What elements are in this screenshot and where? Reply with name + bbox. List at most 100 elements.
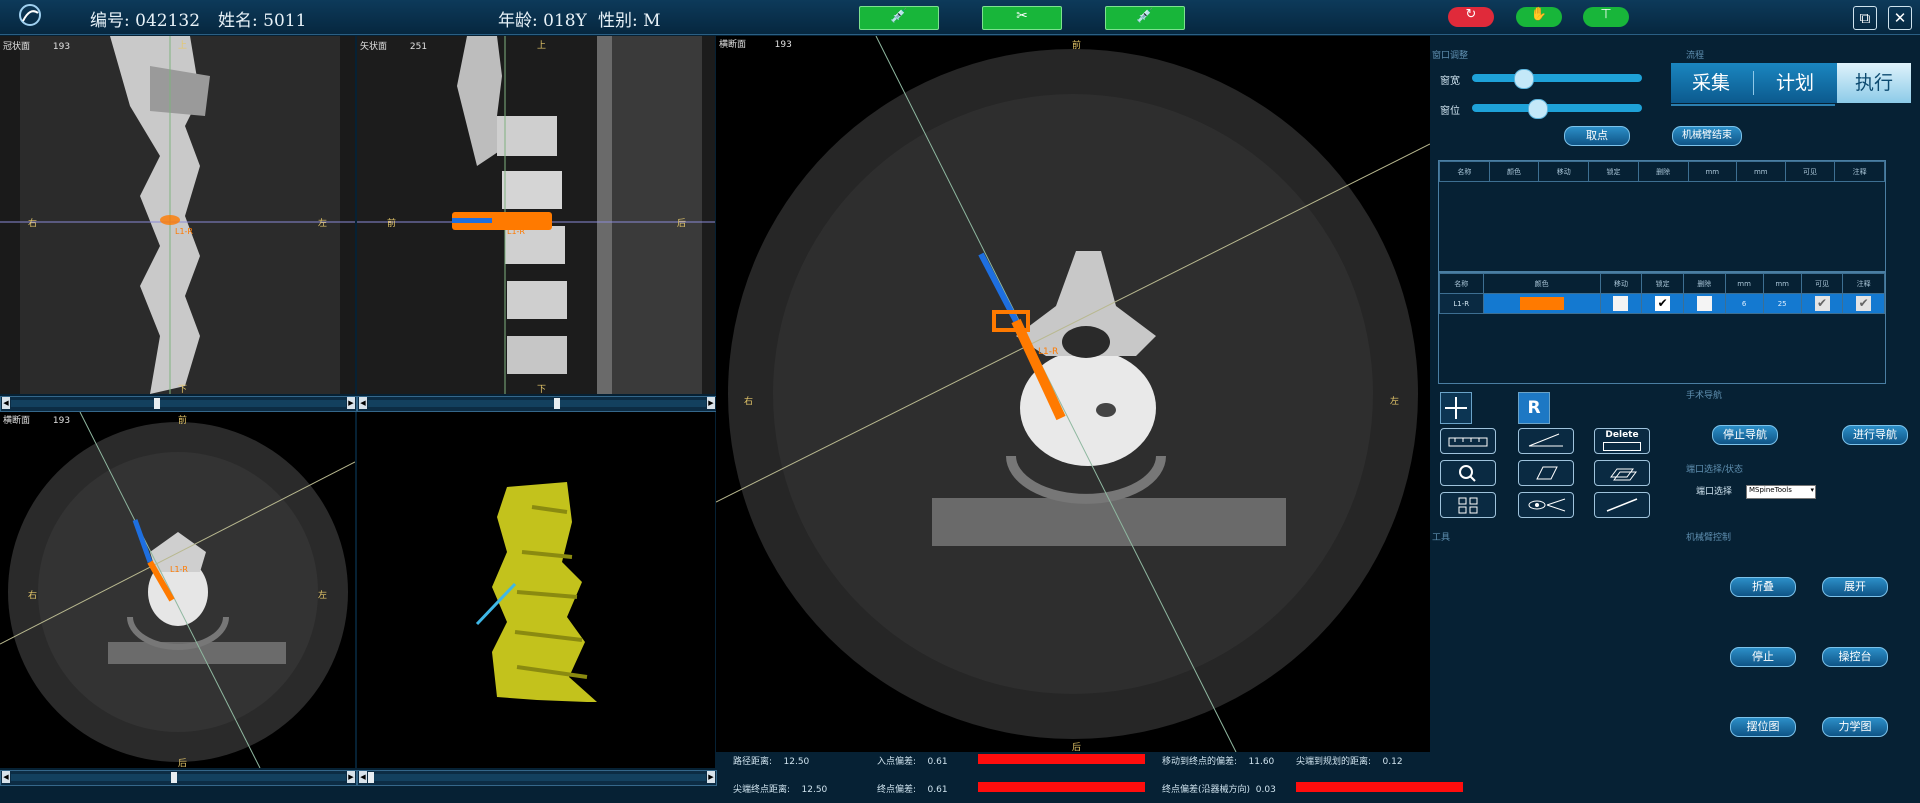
fold-button[interactable]: 折叠 bbox=[1730, 577, 1796, 597]
delete-icon[interactable]: Delete bbox=[1594, 428, 1650, 454]
row-color[interactable] bbox=[1482, 293, 1601, 314]
row-lock-checkbox[interactable]: ✔ bbox=[1641, 293, 1684, 314]
sagittal-slice-slider[interactable]: ◀ ▶ bbox=[357, 396, 717, 412]
column-header: 名称 bbox=[1439, 273, 1484, 294]
plan-table-bottom-grid: 名称 颜色 移动 锁定 删除 mm mm 可见 注释 L1-R ✔ 6 25 ✔… bbox=[1439, 273, 1885, 314]
patient-name: 姓名: 5011 bbox=[218, 11, 307, 31]
window-width-label: 窗宽 bbox=[1440, 76, 1460, 87]
orientation-bottom: 后 bbox=[178, 759, 188, 768]
slider-thumb[interactable] bbox=[171, 772, 177, 783]
chevron-down-icon: ▾ bbox=[1810, 486, 1814, 494]
ruler-icon[interactable] bbox=[1440, 428, 1496, 454]
port-title: 端口选择/状态 bbox=[1686, 465, 1744, 475]
end-deviation-direction-bar bbox=[1296, 782, 1463, 792]
axial-main-view[interactable]: L1-R 横断面 193 前 后 右 左 bbox=[716, 36, 1430, 752]
row-mm2[interactable]: 25 bbox=[1762, 293, 1802, 314]
tool-icon: ✂ bbox=[1016, 8, 1028, 24]
process-tabs: 采集 计划 执行 bbox=[1671, 63, 1911, 103]
row-move-checkbox[interactable] bbox=[1599, 293, 1643, 314]
slider-thumb[interactable] bbox=[154, 398, 160, 409]
force-chart-button[interactable]: 力学图 bbox=[1822, 717, 1888, 737]
column-header: mm bbox=[1724, 273, 1764, 294]
arrow-right-icon[interactable]: ▶ bbox=[347, 771, 355, 783]
arrow-right-icon[interactable]: ▶ bbox=[707, 397, 715, 409]
sagittal-view[interactable]: L1-R 矢状面 251 上 下 前 后 bbox=[357, 36, 715, 394]
arm-panel-title: 机械臂控制 bbox=[1686, 533, 1732, 543]
position-chart-button[interactable]: 摆位图 bbox=[1730, 717, 1796, 737]
column-header: mm bbox=[1687, 161, 1738, 182]
stop-navigation-button[interactable]: 停止导航 bbox=[1712, 425, 1778, 445]
tab-collect[interactable]: 采集 bbox=[1671, 63, 1751, 103]
row-name[interactable]: L1-R bbox=[1439, 293, 1484, 314]
arrow-right-icon[interactable]: ▶ bbox=[707, 771, 715, 783]
orientation-left: 右 bbox=[28, 219, 38, 229]
orientation-right: 左 bbox=[318, 219, 328, 229]
parallelogram-icon[interactable] bbox=[1518, 460, 1574, 486]
stop-arm-button[interactable]: 停止 bbox=[1730, 647, 1796, 667]
hand-icon: ✋ bbox=[1530, 7, 1548, 22]
close-icon[interactable]: ✕ bbox=[1888, 6, 1912, 30]
tool-button[interactable]: ✂ bbox=[982, 6, 1062, 30]
coronal-view[interactable]: L1-R 冠状面 193 上 下 右 左 bbox=[0, 36, 355, 394]
restore-icon[interactable]: ⧉ bbox=[1853, 6, 1877, 30]
svg-text:L1-R: L1-R bbox=[1038, 347, 1058, 357]
slider-thumb[interactable] bbox=[368, 772, 374, 783]
arrow-left-icon[interactable]: ◀ bbox=[359, 397, 367, 409]
row-delete-checkbox[interactable] bbox=[1682, 293, 1726, 314]
path-distance: 路径距离: 12.50 bbox=[733, 757, 810, 767]
arrow-left-icon[interactable]: ◀ bbox=[2, 771, 10, 783]
eye-icon[interactable] bbox=[1518, 492, 1574, 518]
window-panel-title: 窗口调整 bbox=[1432, 51, 1469, 61]
tab-execute[interactable]: 执行 bbox=[1837, 63, 1911, 103]
tower-button[interactable]: ⊤ bbox=[1583, 7, 1629, 27]
pick-point-button[interactable]: 取点 bbox=[1564, 126, 1630, 146]
syringe-button[interactable]: 💉 bbox=[859, 6, 939, 30]
row-mm1[interactable]: 6 bbox=[1724, 293, 1764, 314]
arrow-left-icon[interactable]: ◀ bbox=[2, 397, 10, 409]
unfold-button[interactable]: 展开 bbox=[1822, 577, 1888, 597]
column-header: mm bbox=[1762, 273, 1802, 294]
window-width-slider[interactable] bbox=[1472, 69, 1642, 89]
port-select[interactable]: MSpineTools ▾ bbox=[1746, 485, 1816, 499]
angle-icon[interactable] bbox=[1518, 428, 1574, 454]
window-level-slider[interactable] bbox=[1472, 99, 1642, 119]
reset-icon[interactable]: R bbox=[1518, 392, 1550, 424]
injector-button[interactable]: 💉 bbox=[1105, 6, 1185, 30]
orientation-bottom: 下 bbox=[178, 385, 188, 394]
move-to-end-deviation: 移动到终点的偏差: 11.60 bbox=[1162, 757, 1275, 767]
model-3d-slider[interactable]: ◀ ▶ bbox=[357, 770, 717, 786]
arm-end-button[interactable]: 机械臂结束 bbox=[1672, 126, 1742, 146]
undo-button[interactable]: ↻ bbox=[1448, 7, 1494, 27]
console-button[interactable]: 操控台 bbox=[1822, 647, 1888, 667]
hand-button[interactable]: ✋ bbox=[1516, 7, 1562, 27]
orientation-top: 前 bbox=[178, 416, 188, 426]
grid-icon[interactable] bbox=[1440, 492, 1496, 518]
slider-thumb[interactable] bbox=[1528, 99, 1548, 119]
crosshair-icon[interactable] bbox=[1440, 392, 1472, 424]
orientation-top: 前 bbox=[1072, 41, 1082, 51]
tab-plan[interactable]: 计划 bbox=[1755, 63, 1835, 103]
orientation-right: 后 bbox=[677, 219, 687, 229]
row-visible-checkbox[interactable]: ✔ bbox=[1800, 293, 1844, 314]
row-note-checkbox[interactable]: ✔ bbox=[1842, 293, 1885, 314]
slider-thumb[interactable] bbox=[1514, 69, 1534, 89]
arrow-left-icon[interactable]: ◀ bbox=[359, 771, 367, 783]
layers-icon[interactable] bbox=[1594, 460, 1650, 486]
axial-small-view[interactable]: L1-R 横断面 193 前 后 右 左 bbox=[0, 412, 355, 768]
slider-thumb[interactable] bbox=[554, 398, 560, 409]
axial-small-slice-slider[interactable]: ◀ ▶ bbox=[0, 770, 357, 786]
coronal-slice-slider[interactable]: ◀ ▶ bbox=[0, 396, 357, 412]
column-header: 可见 bbox=[1800, 273, 1844, 294]
zoom-icon[interactable] bbox=[1440, 460, 1496, 486]
column-header: 移动 bbox=[1599, 273, 1643, 294]
end-deviation: 终点偏差: 0.61 bbox=[877, 785, 948, 795]
start-navigation-button[interactable]: 进行导航 bbox=[1842, 425, 1908, 445]
table-row[interactable]: L1-R ✔ 6 25 ✔ ✔ bbox=[1439, 293, 1885, 314]
line-icon[interactable] bbox=[1594, 492, 1650, 518]
arrow-right-icon[interactable]: ▶ bbox=[347, 397, 355, 409]
end-deviation-bar bbox=[978, 782, 1145, 792]
column-header: 移动 bbox=[1538, 161, 1590, 182]
model-3d-view[interactable] bbox=[357, 412, 715, 768]
column-header: 删除 bbox=[1637, 161, 1689, 182]
orientation-left: 右 bbox=[744, 397, 754, 407]
